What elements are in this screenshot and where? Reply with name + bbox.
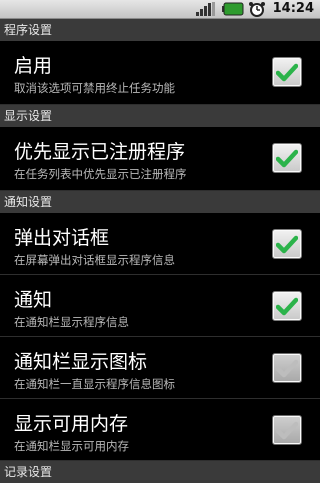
prioritize-registered-checkbox[interactable] [272,143,302,173]
check-mark-icon [276,359,298,378]
pref-title: 通知 [14,289,53,311]
pref-summary: 在通知栏显示可用内存 [14,439,129,453]
pref-notification-icon[interactable]: 通知栏显示图标 在通知栏一直显示程序信息图标 [0,337,320,399]
check-mark-icon [276,235,298,254]
pref-summary: 在通知栏一直显示程序信息图标 [14,377,175,391]
alarm-icon [249,2,265,17]
pref-notification[interactable]: 通知 在通知栏显示程序信息 [0,275,320,337]
pref-title: 启用 [14,55,53,77]
section-header-display: 显示设置 [0,105,320,127]
pref-title: 显示可用内存 [14,413,129,435]
status-time: 14:24 [272,1,314,16]
battery-icon [222,2,244,16]
pref-summary: 在通知栏显示程序信息 [14,315,129,329]
pref-prioritize-registered[interactable]: 优先显示已注册程序 在任务列表中优先显示已注册程序 [0,127,320,191]
check-mark-icon [276,297,298,316]
pref-title: 通知栏显示图标 [14,351,148,373]
popup-dialog-checkbox[interactable] [272,229,302,259]
pref-popup-dialog[interactable]: 弹出对话框 在屏幕弹出对话框显示程序信息 [0,213,320,275]
section-header-notification: 通知设置 [0,191,320,213]
pref-summary: 在任务列表中优先显示已注册程序 [14,167,187,181]
pref-summary: 取消该选项可禁用终止任务功能 [14,81,175,95]
notification-checkbox[interactable] [272,291,302,321]
pref-title: 弹出对话框 [14,227,110,249]
check-mark-icon [276,149,298,168]
preferences-list: 程序设置 启用 取消该选项可禁用终止任务功能 显示设置 优先显示已注册程序 在任… [0,19,320,483]
pref-summary: 在屏幕弹出对话框显示程序信息 [14,253,175,267]
check-mark-icon [276,63,298,82]
available-memory-checkbox[interactable] [272,415,302,445]
check-mark-icon [276,421,298,440]
pref-available-memory[interactable]: 显示可用内存 在通知栏显示可用内存 [0,399,320,461]
status-bar: 14:24 [0,0,320,19]
pref-title: 优先显示已注册程序 [14,141,186,163]
pref-enable[interactable]: 启用 取消该选项可禁用终止任务功能 [0,41,320,105]
notification-icon-checkbox[interactable] [272,353,302,383]
section-header-program: 程序设置 [0,19,320,41]
signal-icon [196,2,215,16]
enable-checkbox[interactable] [272,57,302,87]
